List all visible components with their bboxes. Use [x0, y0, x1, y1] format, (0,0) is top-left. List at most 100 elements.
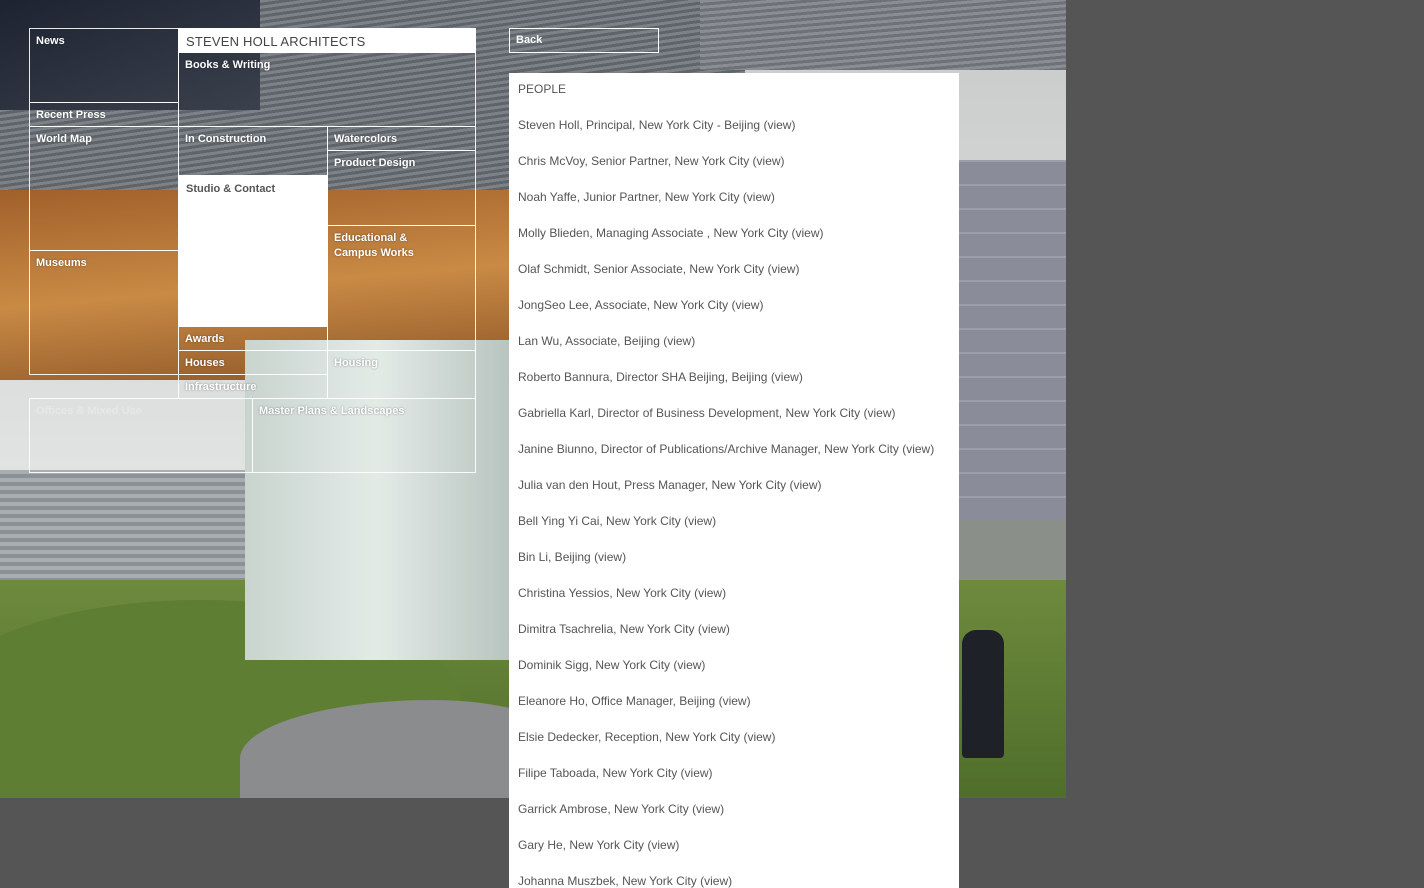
person-list-item: Gary He, New York City (view): [518, 838, 934, 874]
people-panel: PEOPLE Steven Holl, Principal, New York …: [509, 73, 959, 888]
brand-title-box[interactable]: STEVEN HOLL ARCHITECTS: [178, 28, 476, 53]
person-list-item: Roberto Bannura, Director SHA Beijing, B…: [518, 370, 934, 406]
person-view-link[interactable]: (view): [694, 586, 726, 600]
person-info: Bin Li, Beijing: [518, 550, 591, 564]
nav-watercolors-label[interactable]: Watercolors: [334, 132, 397, 147]
person-info: Olaf Schmidt, Senior Associate, New York…: [518, 262, 765, 276]
person-info: Dimitra Tsachrelia, New York City: [518, 622, 695, 636]
person-view-link[interactable]: (view): [700, 874, 732, 888]
nav-books-writing-label[interactable]: Books & Writing: [185, 58, 270, 73]
person-view-link[interactable]: (view): [863, 406, 895, 420]
person-info: Gabriella Karl, Director of Business Dev…: [518, 406, 861, 420]
nav-houses-label[interactable]: Houses: [185, 356, 225, 371]
person-list-item: JongSeo Lee, Associate, New York City (v…: [518, 298, 934, 334]
person-info: Noah Yaffe, Junior Partner, New York Cit…: [518, 190, 740, 204]
photo-roof-right: [700, 0, 1066, 70]
nav-world-map-label[interactable]: World Map: [36, 132, 92, 147]
person-list-item: Eleanore Ho, Office Manager, Beijing (vi…: [518, 694, 934, 730]
person-view-link[interactable]: (view): [763, 118, 795, 132]
person-view-link[interactable]: (view): [902, 442, 934, 456]
person-view-link[interactable]: (view): [789, 478, 821, 492]
person-view-link[interactable]: (view): [647, 838, 679, 852]
person-view-link[interactable]: (view): [743, 190, 775, 204]
person-list-item: Dimitra Tsachrelia, New York City (view): [518, 622, 934, 658]
people-title: PEOPLE: [518, 82, 567, 96]
person-info: Elsie Dedecker, Reception, New York City: [518, 730, 741, 744]
nav-in-construction[interactable]: In Construction: [178, 126, 328, 176]
nav-housing-label[interactable]: Housing: [334, 356, 378, 371]
nav-educational-campus[interactable]: Educational & Campus Works: [327, 225, 476, 351]
person-list-item: Johanna Muszbek, New York City (view): [518, 874, 934, 888]
person-info: Bell Ying Yi Cai, New York City: [518, 514, 681, 528]
person-info: Steven Holl, Principal, New York City - …: [518, 118, 761, 132]
person-info: Chris McVoy, Senior Partner, New York Ci…: [518, 154, 750, 168]
person-info: Filipe Taboada, New York City: [518, 766, 678, 780]
person-view-link[interactable]: (view): [594, 550, 626, 564]
person-view-link[interactable]: (view): [743, 730, 775, 744]
person-view-link[interactable]: (view): [791, 226, 823, 240]
person-list-item: Bell Ying Yi Cai, New York City (view): [518, 514, 934, 550]
back-button[interactable]: Back: [509, 28, 659, 53]
person-info: Johanna Muszbek, New York City: [518, 874, 697, 888]
nav-museums-label[interactable]: Museums: [36, 256, 87, 271]
person-list-item: Gabriella Karl, Director of Business Dev…: [518, 406, 934, 442]
people-list: Steven Holl, Principal, New York City - …: [518, 118, 934, 888]
nav-infrastructure[interactable]: Infrastructure: [178, 374, 328, 399]
person-list-item: Dominik Sigg, New York City (view): [518, 658, 934, 694]
nav-world-map[interactable]: World Map: [29, 126, 179, 251]
person-info: Lan Wu, Associate, Beijing: [518, 334, 660, 348]
person-list-item: Molly Blieden, Managing Associate , New …: [518, 226, 934, 262]
person-view-link[interactable]: (view): [731, 298, 763, 312]
nav-in-construction-label[interactable]: In Construction: [185, 132, 266, 147]
person-list-item: Steven Holl, Principal, New York City - …: [518, 118, 934, 154]
nav-awards[interactable]: Awards: [178, 326, 328, 351]
person-info: Garrick Ambrose, New York City: [518, 802, 689, 816]
nav-offices-mixed-use[interactable]: Offices & Mixed Use: [29, 398, 253, 473]
person-view-link[interactable]: (view): [719, 694, 751, 708]
back-button-label[interactable]: Back: [516, 34, 542, 46]
person-list-item: Filipe Taboada, New York City (view): [518, 766, 934, 802]
nav-master-plans[interactable]: Master Plans & Landscapes: [252, 398, 476, 473]
person-list-item: Olaf Schmidt, Senior Associate, New York…: [518, 262, 934, 298]
person-view-link[interactable]: (view): [692, 802, 724, 816]
person-view-link[interactable]: (view): [753, 154, 785, 168]
nav-awards-label[interactable]: Awards: [185, 332, 225, 347]
brand-title[interactable]: STEVEN HOLL ARCHITECTS: [186, 34, 365, 49]
nav-news-label[interactable]: News: [36, 34, 65, 49]
nav-master-plans-label[interactable]: Master Plans & Landscapes: [259, 404, 405, 419]
person-view-link[interactable]: (view): [767, 262, 799, 276]
person-view-link[interactable]: (view): [684, 514, 716, 528]
photo-right-building: [958, 160, 1066, 520]
nav-museums[interactable]: Museums: [29, 250, 179, 375]
nav-offices-mixed-use-label[interactable]: Offices & Mixed Use: [36, 404, 142, 419]
person-view-link[interactable]: (view): [663, 334, 695, 348]
person-view-link[interactable]: (view): [673, 658, 705, 672]
person-list-item: Lan Wu, Associate, Beijing (view): [518, 334, 934, 370]
person-view-link[interactable]: (view): [771, 370, 803, 384]
person-info: Eleanore Ho, Office Manager, Beijing: [518, 694, 716, 708]
nav-studio-contact[interactable]: Studio & Contact: [178, 175, 328, 327]
person-info: Dominik Sigg, New York City: [518, 658, 671, 672]
nav-educational-campus-label[interactable]: Educational & Campus Works: [334, 231, 444, 261]
nav-watercolors[interactable]: Watercolors: [327, 126, 476, 151]
person-view-link[interactable]: (view): [681, 766, 713, 780]
person-list-item: Elsie Dedecker, Reception, New York City…: [518, 730, 934, 766]
person-info: JongSeo Lee, Associate, New York City: [518, 298, 729, 312]
nav-product-design-label[interactable]: Product Design: [334, 156, 415, 171]
photo-left-building: [0, 470, 245, 590]
nav-studio-contact-label[interactable]: Studio & Contact: [186, 182, 275, 197]
nav-recent-press-label[interactable]: Recent Press: [36, 108, 106, 123]
photo-person: [962, 630, 1004, 758]
nav-houses[interactable]: Houses: [178, 350, 328, 375]
person-info: Roberto Bannura, Director SHA Beijing, B…: [518, 370, 768, 384]
person-info: Molly Blieden, Managing Associate , New …: [518, 226, 789, 240]
nav-books-writing[interactable]: Books & Writing: [178, 52, 476, 127]
nav-housing[interactable]: Housing: [327, 350, 476, 399]
nav-infrastructure-label[interactable]: Infrastructure: [185, 380, 257, 395]
person-list-item: Garrick Ambrose, New York City (view): [518, 802, 934, 838]
nav-news[interactable]: News: [29, 28, 179, 103]
nav-recent-press[interactable]: Recent Press: [29, 102, 179, 127]
person-view-link[interactable]: (view): [698, 622, 730, 636]
person-list-item: Janine Biunno, Director of Publications/…: [518, 442, 934, 478]
nav-product-design[interactable]: Product Design: [327, 150, 476, 226]
